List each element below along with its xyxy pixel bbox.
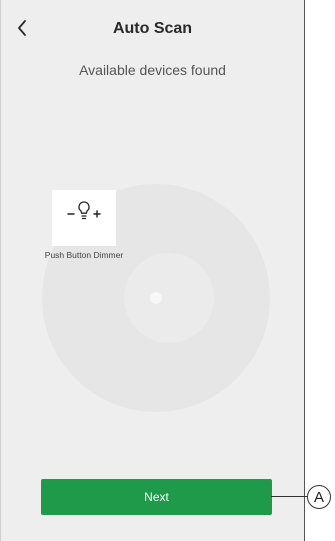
- next-button[interactable]: Next: [41, 479, 272, 515]
- device-label: Push Button Dimmer: [44, 250, 124, 260]
- app-screen: Auto Scan Available devices found Push B…: [0, 0, 305, 541]
- page-title: Auto Scan: [112, 20, 193, 37]
- screenshot-stage: Auto Scan Available devices found Push B…: [0, 0, 335, 541]
- app-header: Auto Scan: [1, 0, 304, 58]
- callout-marker: A: [307, 485, 331, 509]
- scan-radar-center-dot: [150, 292, 162, 304]
- callout-leader-line: [271, 496, 307, 497]
- dimmer-bulb-icon: [67, 201, 101, 220]
- scan-status-text: Available devices found: [79, 62, 226, 78]
- device-card-push-button-dimmer[interactable]: [52, 190, 116, 246]
- scan-radar-inner-circle: [124, 253, 214, 343]
